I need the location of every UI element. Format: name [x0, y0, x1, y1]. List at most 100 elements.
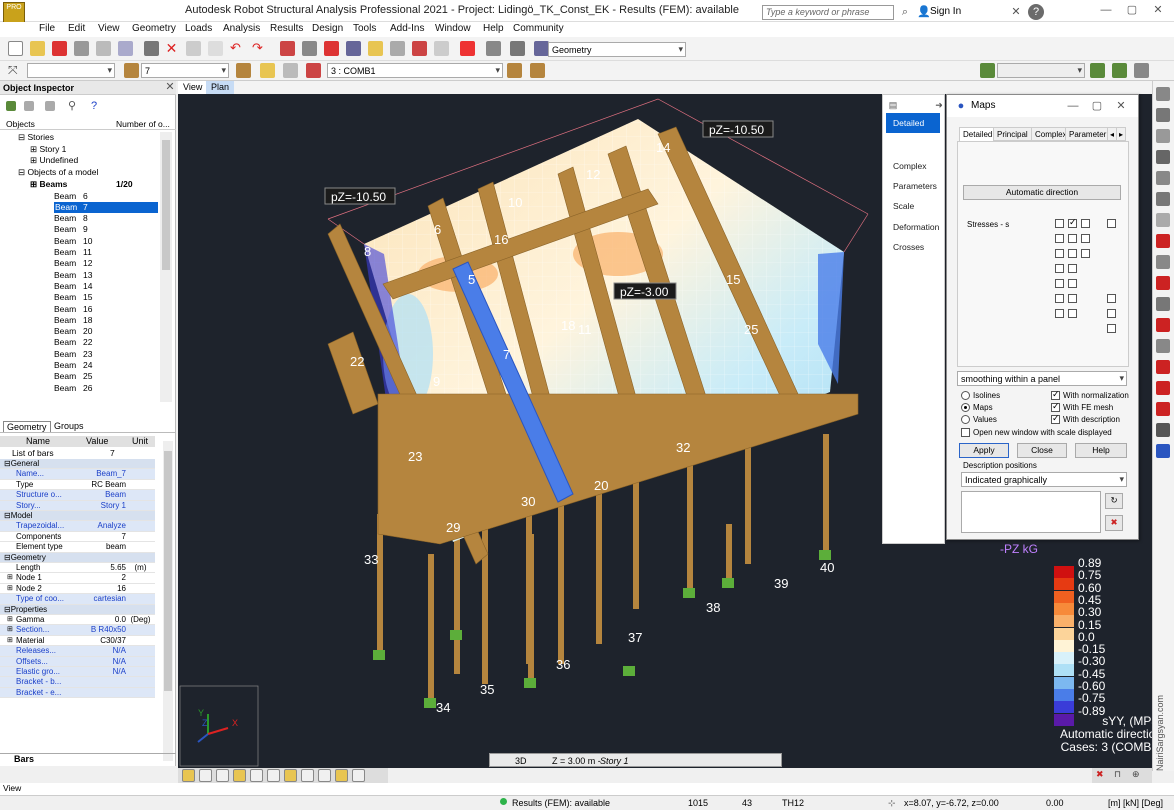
view-icon-c[interactable] [1134, 63, 1149, 78]
property-row[interactable]: Elastic gro... N/A [0, 667, 155, 678]
side-item-parameters[interactable]: Parameters [893, 181, 937, 191]
cut-icon[interactable] [144, 41, 159, 56]
tab-groups[interactable]: Groups [54, 421, 84, 431]
property-section[interactable]: ⊟Properties [0, 604, 155, 615]
calculator-icon[interactable] [302, 41, 317, 56]
side-tool-icon[interactable] [1156, 402, 1170, 416]
clear-icon[interactable]: ✖ [1105, 515, 1123, 531]
side-item-scale[interactable]: Scale [893, 201, 914, 211]
bar-selection-combo[interactable]: 7 [141, 63, 229, 78]
bar-select-icon[interactable] [124, 63, 139, 78]
filter-icon[interactable] [6, 101, 16, 111]
tree-node[interactable]: ⊟ Stories [0, 132, 160, 143]
print-preview-icon[interactable] [96, 41, 111, 56]
automatic-direction-button[interactable]: Automatic direction [963, 185, 1121, 200]
maps-tab-detailed[interactable]: Detailed [959, 127, 997, 141]
snap-icon[interactable]: ⊹ [888, 798, 896, 809]
screen-capture-icon[interactable] [118, 41, 133, 56]
property-row[interactable]: ⊞ Node 12 [0, 573, 155, 584]
side-tool-icon[interactable] [1156, 255, 1170, 269]
property-row[interactable]: ⊞ Gamma 0.0 (Deg) [0, 615, 155, 626]
apply-button[interactable]: Apply [959, 443, 1009, 458]
stress-component-checkbox[interactable] [1068, 309, 1077, 318]
refresh-icon[interactable]: ↻ [1105, 493, 1123, 509]
side-item-deformation[interactable]: Deformation [893, 222, 939, 232]
tab-bars[interactable]: Bars [0, 753, 176, 765]
stress-component-checkbox[interactable] [1055, 309, 1064, 318]
property-row[interactable]: ⊞ Node 2 16 [0, 584, 155, 595]
tree-beam-item[interactable]: Beam 15 [0, 292, 160, 303]
display-option-icon[interactable] [216, 769, 229, 782]
side-tool-icon[interactable] [1156, 171, 1170, 185]
tab-scroll-right-icon[interactable]: ▸ [1116, 127, 1127, 141]
bracket-icon[interactable]: ⊓ [1114, 769, 1121, 780]
stress-component-checkbox[interactable] [1107, 324, 1116, 333]
tree-scrollbar[interactable] [160, 132, 172, 402]
description-text-area[interactable] [961, 491, 1101, 533]
select-node-icon[interactable]: ⤧ [8, 63, 23, 78]
property-row[interactable]: Trapezoidal... Analyze [0, 521, 155, 532]
stress-component-checkbox[interactable] [1107, 309, 1116, 318]
stress-component-checkbox[interactable] [1055, 234, 1064, 243]
dialog-close-icon[interactable]: ✕ [1113, 98, 1129, 114]
close-panel-icon[interactable]: ✕ [162, 81, 178, 94]
case-icon[interactable] [306, 63, 321, 78]
case-prev-icon[interactable] [507, 63, 522, 78]
property-row[interactable]: Story... Story 1 [0, 500, 155, 511]
calculate-icon[interactable] [324, 41, 339, 56]
property-row[interactable]: Type of coo... cartesian [0, 594, 155, 605]
property-row[interactable]: Length 5.65 (m) [0, 563, 155, 574]
tree-beam-item[interactable]: Beam 12 [0, 258, 160, 269]
stress-component-checkbox[interactable] [1055, 279, 1064, 288]
property-row[interactable]: Bracket - b... [0, 677, 155, 688]
display-option-icon[interactable] [182, 769, 195, 782]
smoothing-combo[interactable]: smoothing within a panel [957, 371, 1127, 386]
display-option-icon[interactable] [199, 769, 212, 782]
property-row[interactable]: ⊞ Material C30/37 [0, 636, 155, 647]
side-tool-icon[interactable] [1156, 423, 1170, 437]
display-option-icon[interactable] [301, 769, 314, 782]
stress-component-checkbox[interactable] [1055, 219, 1064, 228]
mode-icon[interactable] [980, 63, 995, 78]
help-button[interactable]: Help [1075, 443, 1127, 458]
print-icon[interactable] [74, 41, 89, 56]
side-tool-icon[interactable] [1156, 444, 1170, 458]
menu-addins[interactable]: Add-Ins [390, 23, 424, 34]
tree-beam-item[interactable]: Beam 13 [0, 270, 160, 281]
side-tool-icon[interactable] [1156, 276, 1170, 290]
layout-icon[interactable] [434, 41, 449, 56]
selection-icon[interactable] [260, 63, 275, 78]
side-tool-icon[interactable] [1156, 234, 1170, 248]
exchange-icon[interactable]: ✕ [1008, 4, 1024, 20]
maps-tab-principal[interactable]: Principal [993, 127, 1032, 141]
bar-filter-icon[interactable] [236, 63, 251, 78]
property-row[interactable]: Element type beam [0, 542, 155, 553]
side-tool-icon[interactable] [1156, 108, 1170, 122]
wrench-icon[interactable] [510, 41, 525, 56]
layout-selector-icon[interactable] [534, 41, 549, 56]
preferences-icon[interactable] [486, 41, 501, 56]
property-section[interactable]: ⊟Geometry [0, 552, 155, 563]
view-level[interactable]: Z = 3.00 m - [552, 756, 601, 766]
dialog-minimize-icon[interactable]: — [1065, 98, 1081, 114]
stress-component-checkbox[interactable] [1107, 294, 1116, 303]
undo-icon[interactable]: ↶ [230, 41, 245, 56]
radio-maps[interactable] [961, 403, 970, 412]
search-icon[interactable]: ⚲ [64, 98, 80, 114]
help-icon[interactable]: ? [1028, 4, 1044, 20]
open-window-checkbox[interactable] [961, 428, 970, 437]
tree-node[interactable]: ⊞ Beams 1/20 [0, 179, 160, 190]
property-section[interactable]: ⊟Model [0, 511, 155, 522]
side-tool-icon[interactable] [1156, 192, 1170, 206]
stress-component-checkbox[interactable] [1055, 249, 1064, 258]
view-mode-3d[interactable]: 3D [515, 756, 527, 766]
menu-geometry[interactable]: Geometry [132, 23, 176, 34]
stress-component-checkbox[interactable] [1081, 234, 1090, 243]
list-of-bars-row[interactable]: List of bars 7 [0, 448, 155, 459]
side-tool-icon[interactable] [1156, 150, 1170, 164]
layout-combo[interactable]: Geometry [548, 42, 686, 57]
menu-analysis[interactable]: Analysis [223, 23, 260, 34]
fe-mesh-checkbox[interactable] [1051, 401, 1060, 412]
tab-geometry[interactable]: Geometry [3, 421, 51, 432]
menu-window[interactable]: Window [435, 23, 471, 34]
